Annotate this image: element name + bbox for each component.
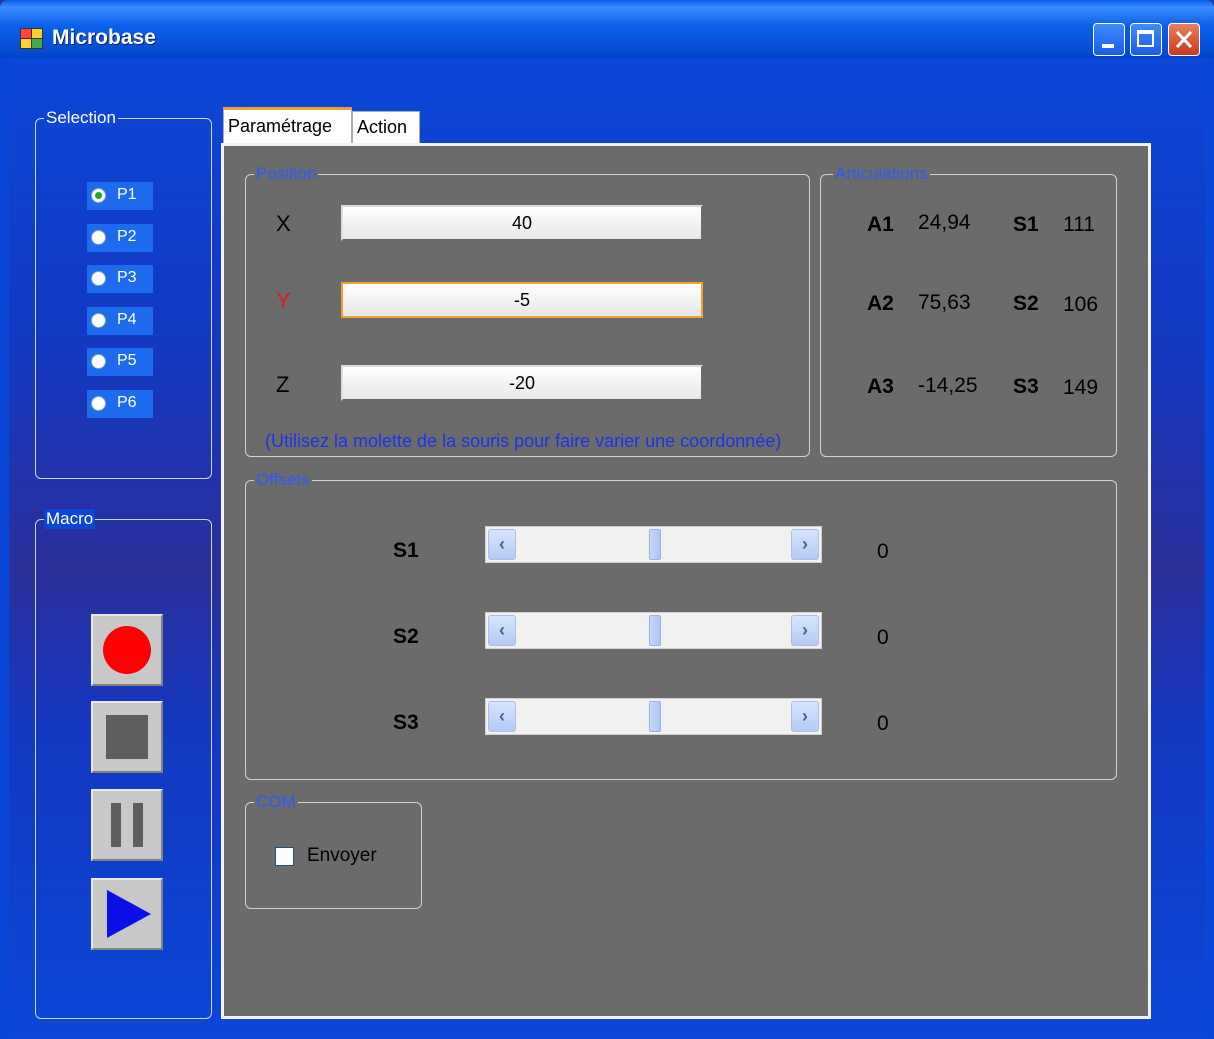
offset-s2-value: 0 <box>877 626 889 649</box>
radio-p1[interactable]: P1 <box>87 182 153 210</box>
y-coordinate-field[interactable]: -5 <box>341 282 703 318</box>
app-window: Microbase Selection P1 P2 P3 P4 P5 P6 Macro <box>0 0 1214 1039</box>
client-area: Selection P1 P2 P3 P4 P5 P6 Macro Paramétrage… <box>9 58 1205 1039</box>
articulations-group: Articulations A1 24,94 S1 111 A2 75,63 S… <box>820 164 1117 457</box>
s1-label: S1 <box>1013 213 1039 236</box>
a1-value: 24,94 <box>918 211 971 234</box>
tab-parametrage[interactable]: Paramétrage <box>223 107 352 145</box>
s3-label: S3 <box>1013 375 1039 398</box>
s1-value: 111 <box>1063 213 1095 236</box>
window-title: Microbase <box>52 26 156 49</box>
a2-label: A2 <box>867 292 894 315</box>
app-icon <box>20 28 44 50</box>
com-group-title: COM <box>254 792 298 812</box>
s3-value: 149 <box>1063 376 1099 399</box>
radio-p6[interactable]: P6 <box>87 389 153 418</box>
offsets-group: Offsets S1 ‹ › 0 S2 ‹ › 0 S3 ‹ › 0 <box>245 470 1117 780</box>
position-group-title: Position <box>254 164 319 184</box>
offset-s1-scrollbar[interactable]: ‹ › <box>485 526 822 563</box>
pause-icon <box>111 803 143 847</box>
radio-p4[interactable]: P4 <box>87 306 153 335</box>
record-button[interactable] <box>91 614 163 686</box>
offset-s1-thumb[interactable] <box>648 529 661 560</box>
selection-group-title: Selection <box>44 108 118 128</box>
pause-button[interactable] <box>91 789 163 861</box>
com-group: COM Envoyer <box>245 792 422 909</box>
y-axis-label: Y <box>276 288 291 313</box>
s2-label: S2 <box>1013 292 1039 315</box>
offsets-group-title: Offsets <box>254 470 312 490</box>
maximize-button[interactable] <box>1130 23 1162 56</box>
radio-button-icon[interactable] <box>91 188 106 203</box>
radio-label: P3 <box>117 269 137 286</box>
chevron-right-icon[interactable]: › <box>791 529 819 560</box>
offset-s3-value: 0 <box>877 712 889 735</box>
articulations-group-title: Articulations <box>833 164 930 184</box>
radio-p3[interactable]: P3 <box>87 265 153 293</box>
offset-s2-scrollbar[interactable]: ‹ › <box>485 612 822 649</box>
chevron-left-icon[interactable]: ‹ <box>488 615 516 646</box>
x-axis-label: X <box>276 211 291 236</box>
offset-s3-thumb[interactable] <box>648 701 661 732</box>
radio-p5[interactable]: P5 <box>87 348 153 376</box>
a3-value: -14,25 <box>918 374 978 397</box>
position-group: Position X 40 Y -5 Z -20 (Utilisez la mo… <box>245 164 810 457</box>
radio-label: P5 <box>117 352 137 369</box>
offset-s2-thumb[interactable] <box>648 615 661 646</box>
offset-s3-label: S3 <box>393 711 419 734</box>
stop-icon <box>106 715 148 759</box>
tab-action[interactable]: Action <box>352 111 420 145</box>
radio-button-icon[interactable] <box>91 271 106 286</box>
radio-button-icon[interactable] <box>91 229 106 245</box>
chevron-right-icon[interactable]: › <box>791 615 819 646</box>
s2-value: 106 <box>1063 293 1099 316</box>
envoyer-label[interactable]: Envoyer <box>307 845 377 867</box>
offset-s2-label: S2 <box>393 625 419 648</box>
selection-group: Selection <box>35 108 212 479</box>
tab-action-label: Action <box>357 117 408 137</box>
a3-label: A3 <box>867 375 894 398</box>
macro-group-title: Macro <box>44 509 96 529</box>
record-icon <box>103 626 151 674</box>
close-icon <box>1175 30 1193 49</box>
radio-label: P1 <box>117 186 137 203</box>
a2-value: 75,63 <box>918 291 971 314</box>
z-axis-label: Z <box>276 372 290 397</box>
maximize-icon <box>1137 30 1154 47</box>
radio-button-icon[interactable] <box>91 312 106 328</box>
offset-s1-value: 0 <box>877 540 889 563</box>
chevron-right-icon[interactable]: › <box>791 701 819 732</box>
play-icon <box>107 890 151 938</box>
chevron-left-icon[interactable]: ‹ <box>488 529 516 560</box>
envoyer-checkbox[interactable] <box>275 847 294 866</box>
radio-button-icon[interactable] <box>91 354 106 369</box>
tab-panel-parametrage: Position X 40 Y -5 Z -20 (Utilisez la mo… <box>221 143 1151 1019</box>
chevron-left-icon[interactable]: ‹ <box>488 701 516 732</box>
radio-p2[interactable]: P2 <box>87 223 153 252</box>
play-button[interactable] <box>91 878 163 950</box>
tab-parametrage-label: Paramétrage <box>228 116 333 136</box>
minimize-icon <box>1102 44 1114 48</box>
radio-button-icon[interactable] <box>91 395 106 411</box>
offset-s1-label: S1 <box>393 539 419 562</box>
close-button[interactable] <box>1168 23 1200 56</box>
offset-s3-scrollbar[interactable]: ‹ › <box>485 698 822 735</box>
radio-label: P6 <box>117 393 137 411</box>
title-bar[interactable]: Microbase <box>0 0 1214 58</box>
radio-label: P4 <box>117 310 137 328</box>
mouse-wheel-hint: (Utilisez la molette de la souris pour f… <box>265 431 782 451</box>
x-coordinate-field[interactable]: 40 <box>341 205 703 241</box>
radio-label: P2 <box>117 227 137 245</box>
minimize-button[interactable] <box>1093 23 1125 56</box>
radio-selected-dot <box>95 192 102 199</box>
a1-label: A1 <box>867 213 894 236</box>
stop-button[interactable] <box>91 701 163 773</box>
z-coordinate-field[interactable]: -20 <box>341 365 703 401</box>
